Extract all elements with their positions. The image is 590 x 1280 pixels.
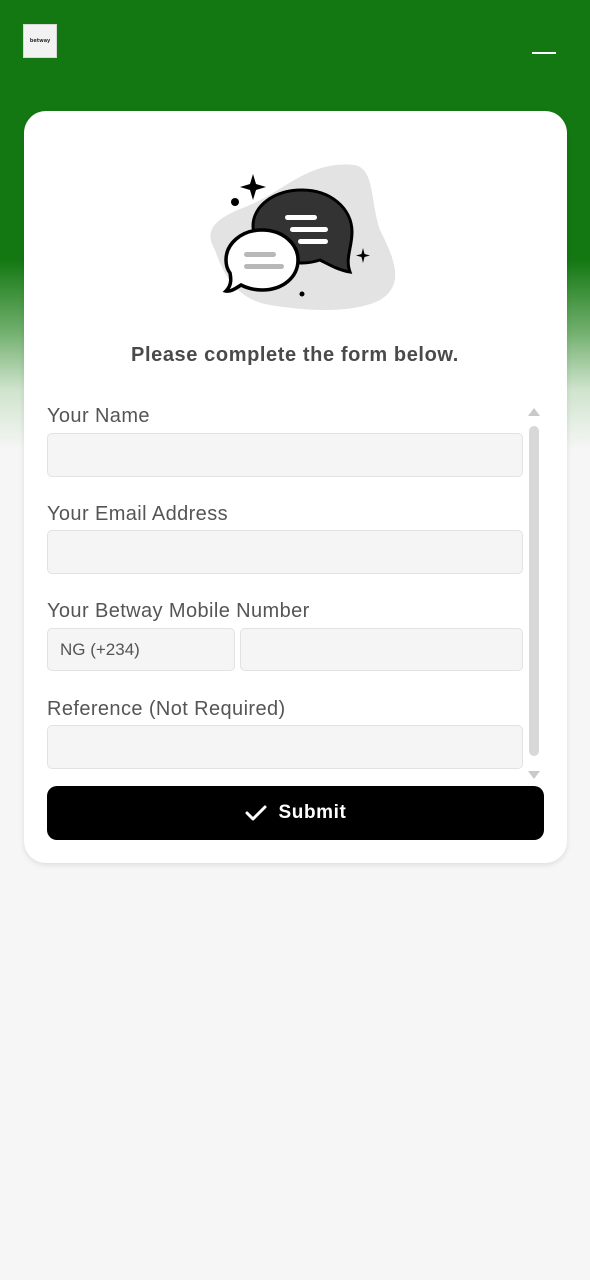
scroll-down-arrow-icon[interactable] bbox=[528, 771, 540, 779]
reference-label: Reference (Not Required) bbox=[47, 698, 286, 720]
name-input[interactable] bbox=[47, 433, 523, 477]
mobile-number-input[interactable] bbox=[240, 628, 523, 671]
scrollbar-thumb[interactable] bbox=[529, 426, 539, 756]
hamburger-menu-icon bbox=[532, 52, 556, 54]
submit-button[interactable]: Submit bbox=[47, 786, 544, 840]
country-code-select[interactable]: NG (+234) bbox=[47, 628, 235, 671]
logo-text: betway bbox=[29, 38, 51, 44]
betway-logo[interactable]: betway bbox=[23, 24, 57, 58]
mobile-label: Your Betway Mobile Number bbox=[47, 600, 310, 622]
reference-input[interactable] bbox=[47, 725, 523, 769]
form-prompt: Please complete the form below. bbox=[131, 344, 459, 366]
submit-label: Submit bbox=[278, 802, 347, 823]
chat-bubbles-icon bbox=[210, 164, 396, 310]
scroll-up-arrow-icon[interactable] bbox=[528, 408, 540, 416]
menu-button[interactable] bbox=[532, 44, 558, 62]
email-input[interactable] bbox=[47, 530, 523, 574]
checkmark-icon bbox=[245, 805, 266, 821]
email-label: Your Email Address bbox=[47, 503, 228, 525]
name-label: Your Name bbox=[47, 405, 150, 427]
country-code-value: NG (+234) bbox=[60, 640, 140, 659]
